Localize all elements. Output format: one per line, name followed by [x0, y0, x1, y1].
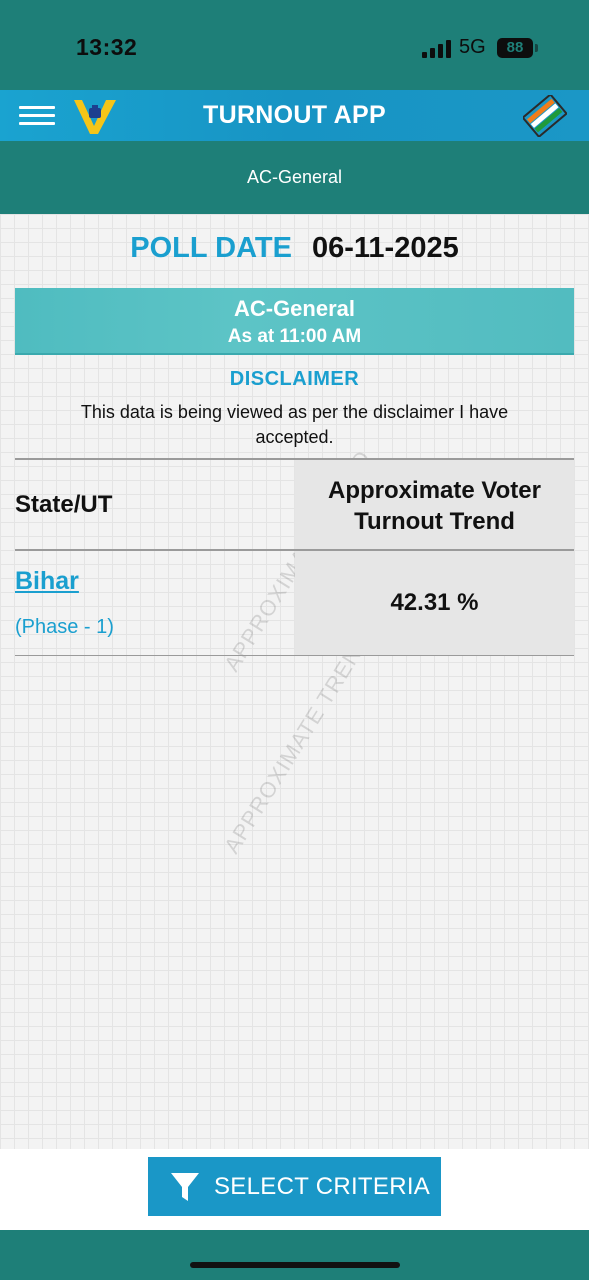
- poll-date-row: POLL DATE 06-11-2025: [0, 232, 589, 265]
- election-banner: AC-General As at 11:00 AM: [15, 288, 574, 355]
- table-header-state: State/UT: [15, 491, 113, 518]
- battery-tip: [535, 44, 538, 52]
- state-phase: (Phase - 1): [15, 616, 114, 638]
- turnout-value: 42.31 %: [295, 551, 574, 655]
- status-time: 13:32: [76, 34, 138, 60]
- disclaimer-text: This data is being viewed as per the dis…: [80, 402, 509, 447]
- app-title: TURNOUT APP: [203, 101, 386, 129]
- footer-bar: [0, 1230, 589, 1280]
- state-link-bihar[interactable]: Bihar: [15, 567, 79, 596]
- network-type: 5G: [459, 36, 486, 58]
- table-header-turnout: Approximate Voter Turnout Trend: [295, 460, 574, 549]
- select-criteria-label: SELECT CRITERIA: [214, 1173, 431, 1200]
- banner-time: As at 11:00 AM: [227, 326, 362, 347]
- disclaimer-title: DISCLAIMER: [229, 368, 360, 390]
- filter-icon: [171, 1173, 199, 1201]
- select-criteria-button[interactable]: SELECT CRITERIA: [148, 1157, 441, 1216]
- poll-date-value: 06-11-2025: [311, 232, 459, 264]
- home-indicator[interactable]: [190, 1262, 400, 1268]
- battery-icon: 88: [497, 38, 533, 58]
- signal-icon: [422, 38, 452, 58]
- election-commission-logo[interactable]: [523, 95, 567, 137]
- status-bar: 13:32 5G 88: [0, 0, 589, 90]
- sub-header: AC-General: [0, 141, 589, 214]
- poll-date-label: POLL DATE: [130, 232, 292, 264]
- banner-title: AC-General: [233, 296, 356, 321]
- table-divider: [15, 655, 574, 656]
- table-row: Bihar (Phase - 1): [15, 551, 295, 655]
